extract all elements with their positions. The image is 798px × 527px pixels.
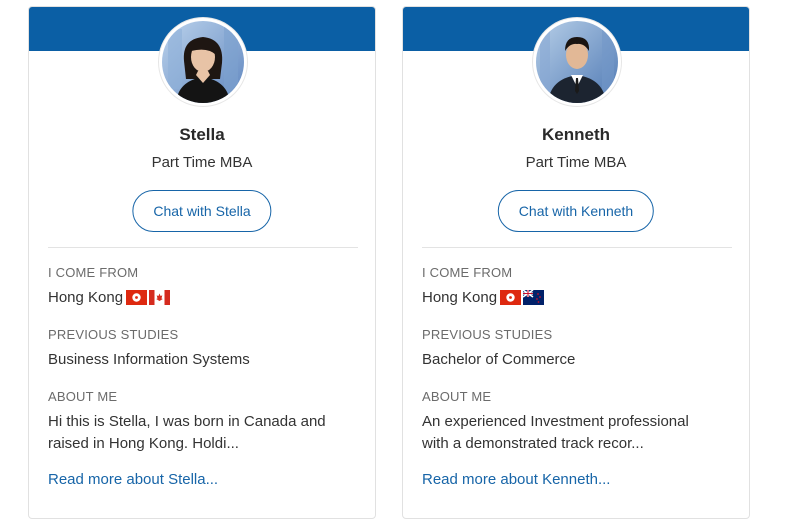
chat-button[interactable]: Chat with Kenneth bbox=[497, 190, 655, 232]
about-line: An experienced Investment professional bbox=[422, 413, 689, 430]
about-text: Hi this is Stella, I was born in Canada … bbox=[48, 411, 348, 455]
ambassador-program: Part Time MBA bbox=[151, 154, 253, 171]
studies-label: PREVIOUS STUDIES bbox=[48, 327, 179, 342]
about-text: An experienced Investment professional w… bbox=[422, 411, 722, 455]
hong-kong-flag-icon bbox=[126, 290, 148, 305]
read-more-link[interactable]: Read more about Kenneth... bbox=[422, 471, 610, 488]
ambassador-card-stella: Stella Part Time MBA Chat with Stella I … bbox=[28, 6, 376, 519]
about-line: raised in Hong Kong. Holdi... bbox=[48, 435, 239, 452]
studies-label: PREVIOUS STUDIES bbox=[422, 327, 553, 342]
divider bbox=[422, 247, 732, 248]
ambassador-card-kenneth: Kenneth Part Time MBA Chat with Kenneth … bbox=[402, 6, 750, 519]
ambassador-program: Part Time MBA bbox=[525, 154, 627, 171]
canada-flag-icon bbox=[149, 290, 171, 305]
studies-value: Business Information Systems bbox=[48, 351, 250, 368]
divider bbox=[48, 247, 358, 248]
chat-button[interactable]: Chat with Stella bbox=[132, 190, 272, 232]
about-label: ABOUT ME bbox=[422, 389, 492, 404]
about-label: ABOUT ME bbox=[48, 389, 118, 404]
avatar bbox=[533, 18, 621, 106]
avatar bbox=[159, 18, 247, 106]
read-more-link[interactable]: Read more about Stella... bbox=[48, 471, 218, 488]
studies-value: Bachelor of Commerce bbox=[422, 351, 576, 368]
ambassador-name: Kenneth bbox=[542, 125, 610, 144]
about-line: Hi this is Stella, I was born in Canada … bbox=[48, 413, 326, 430]
from-label: I COME FROM bbox=[422, 265, 513, 280]
from-value-row: Hong Kong bbox=[422, 289, 545, 306]
from-value: Hong Kong bbox=[422, 289, 498, 306]
new-zealand-flag-icon bbox=[523, 290, 545, 305]
from-label: I COME FROM bbox=[48, 265, 139, 280]
from-value-row: Hong Kong bbox=[48, 289, 171, 306]
about-line: with a demonstrated track recor... bbox=[422, 435, 644, 452]
from-value: Hong Kong bbox=[48, 289, 124, 306]
ambassador-name: Stella bbox=[179, 125, 225, 144]
avatar-photo-stella bbox=[162, 21, 244, 103]
hong-kong-flag-icon bbox=[500, 290, 522, 305]
avatar-photo-kenneth bbox=[536, 21, 618, 103]
